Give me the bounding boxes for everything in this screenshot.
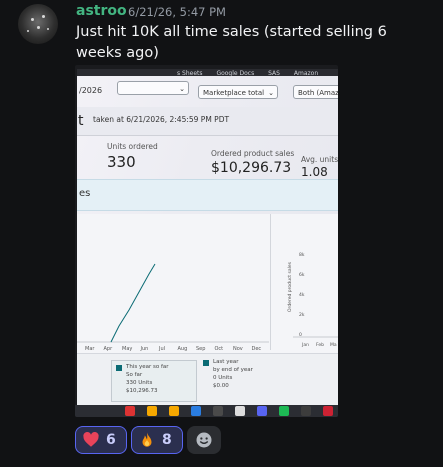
marketplace-value: Marketplace total <box>203 89 265 97</box>
fulfillment-dropdown: Both (Amazon a <box>293 85 338 99</box>
sales-heading-fragment: es <box>79 188 91 199</box>
units-ordered-value: 330 <box>107 153 136 171</box>
month-tick-label: Nov <box>233 346 243 352</box>
month-tick-label: Jun <box>140 346 149 352</box>
fulfillment-value: Both (Amazon a <box>298 89 338 97</box>
taken-at-text: taken at 6/21/2026, 2:45:59 PM PDT <box>93 115 230 124</box>
bookmark-sas: SAS <box>268 70 280 77</box>
marketplace-dropdown: Marketplace total ⌄ <box>198 85 278 99</box>
reaction-count: 8 <box>162 432 172 448</box>
month-tick-label: Feb <box>316 342 324 348</box>
this-year-sales: $10,296.73 <box>126 388 158 394</box>
photographed-screen: s Sheets Google Docs SAS Amazon /2026 ⌄ … <box>77 69 338 406</box>
chevron-down-icon: ⌄ <box>179 85 185 93</box>
last-year-legend: Last year by end of year 0 Units $0.00 <box>199 356 279 394</box>
last-year-units: 0 Units <box>213 375 233 381</box>
reaction-fire[interactable]: 8 <box>131 426 183 454</box>
this-year-so-far: So far <box>126 372 143 378</box>
units-ordered-label: Units ordered <box>107 142 158 151</box>
message-text: Just hit 10K all time sales (started sel… <box>76 24 387 61</box>
chat-message: astroo 6/21/26, 5:47 PM Just hit 10K all… <box>0 0 443 467</box>
y-tick-label: 4k <box>299 292 305 298</box>
mac-dock <box>75 405 338 417</box>
dock-app-icon <box>323 406 333 416</box>
browser-tabs: s Sheets Google Docs SAS Amazon <box>177 70 330 77</box>
sales-section-header: es <box>77 179 338 211</box>
dock-app-icon <box>125 406 135 416</box>
dock-app-icon <box>235 406 245 416</box>
image-attachment[interactable]: s Sheets Google Docs SAS Amazon /2026 ⌄ … <box>75 65 338 417</box>
dock-app-icon <box>191 406 201 416</box>
last-year-by-end: by end of year <box>213 367 253 373</box>
right-chart-ylabel: Ordered product sales <box>287 261 293 312</box>
y-tick-label: 8k <box>299 252 305 258</box>
avg-units-label: Avg. units/ord <box>301 155 338 164</box>
checkbox-checked-icon <box>203 360 209 366</box>
avg-units-value: 1.08 <box>301 165 328 179</box>
month-tick-label: Ma <box>330 342 337 348</box>
reaction-heart[interactable]: 6 <box>75 426 127 454</box>
checkbox-checked-icon <box>116 365 122 371</box>
this-year-legend: This year so far So far 330 Units $10,29… <box>111 360 197 402</box>
dock-app-icon <box>279 406 289 416</box>
this-year-title: This year so far <box>126 364 169 370</box>
username[interactable]: astroo <box>76 3 127 19</box>
left-chart-month-labels: Mar Apr May Jun Jul Aug Sep Oct Nov Dec <box>85 346 261 352</box>
chart-divider <box>270 214 271 350</box>
y-tick-label: 0 <box>299 332 302 338</box>
report-filters: /2026 ⌄ Marketplace total ⌄ Both (Amazon… <box>77 79 338 101</box>
month-tick-label: Sep <box>196 346 205 352</box>
month-tick-label: Mar <box>85 346 95 352</box>
month-tick-label: Jul <box>158 346 165 352</box>
this-year-units: 330 Units <box>126 380 153 386</box>
right-chart-month-labels: Jan Feb Ma <box>301 342 337 348</box>
bookmark-docs: Google Docs <box>216 70 255 77</box>
month-tick-label: May <box>122 346 132 352</box>
y-tick-label: 6k <box>299 272 305 278</box>
y-tick-label: 2k <box>299 312 305 318</box>
bookmark-amazon: Amazon <box>293 70 319 77</box>
heart-emoji-icon <box>82 431 100 449</box>
month-tick-label: Oct <box>215 346 224 352</box>
product-sales-value: $10,296.73 <box>211 160 292 176</box>
sales-chart-svg: Mar Apr May Jun Jul Aug Sep Oct Nov Dec 8k 6k 4k 2k 0… <box>77 214 338 352</box>
month-tick-label: Jan <box>301 342 309 348</box>
dock-app-icon <box>213 406 223 416</box>
month-tick-label: Apr <box>104 346 114 352</box>
date-filter: /2026 <box>79 86 103 95</box>
ytd-sales-line <box>110 263 156 343</box>
sales-charts: Mar Apr May Jun Jul Aug Sep Oct Nov Dec 8k 6k 4k 2k 0… <box>77 214 338 354</box>
dock-app-icon <box>301 406 311 416</box>
dock-app-icon <box>169 406 179 416</box>
product-sales-label: Ordered product sales <box>211 149 295 158</box>
right-chart-y-ticks: 8k 6k 4k 2k 0 <box>299 252 305 338</box>
chart-legend: This year so far So far 330 Units $10,29… <box>77 353 338 406</box>
blank-filter-dropdown: ⌄ <box>117 81 189 95</box>
last-year-title: Last year <box>213 359 239 365</box>
add-reaction-button[interactable] <box>187 426 221 454</box>
user-avatar[interactable] <box>18 4 58 44</box>
smiley-icon <box>196 432 212 448</box>
chevron-down-icon: ⌄ <box>268 89 274 97</box>
fire-emoji-icon <box>138 431 156 449</box>
message-timestamp: 6/21/26, 5:47 PM <box>128 5 226 19</box>
dock-app-icon <box>147 406 157 416</box>
month-tick-label: Dec <box>252 346 262 352</box>
month-tick-label: Aug <box>178 346 188 352</box>
last-year-sales: $0.00 <box>213 383 229 389</box>
reaction-count: 6 <box>106 432 116 448</box>
bookmark-sheets: s Sheets <box>177 70 203 77</box>
dock-app-icon <box>257 406 267 416</box>
page-title-fragment: t <box>78 113 84 129</box>
report-header: t taken at 6/21/2026, 2:45:59 PM PDT <box>77 107 338 136</box>
